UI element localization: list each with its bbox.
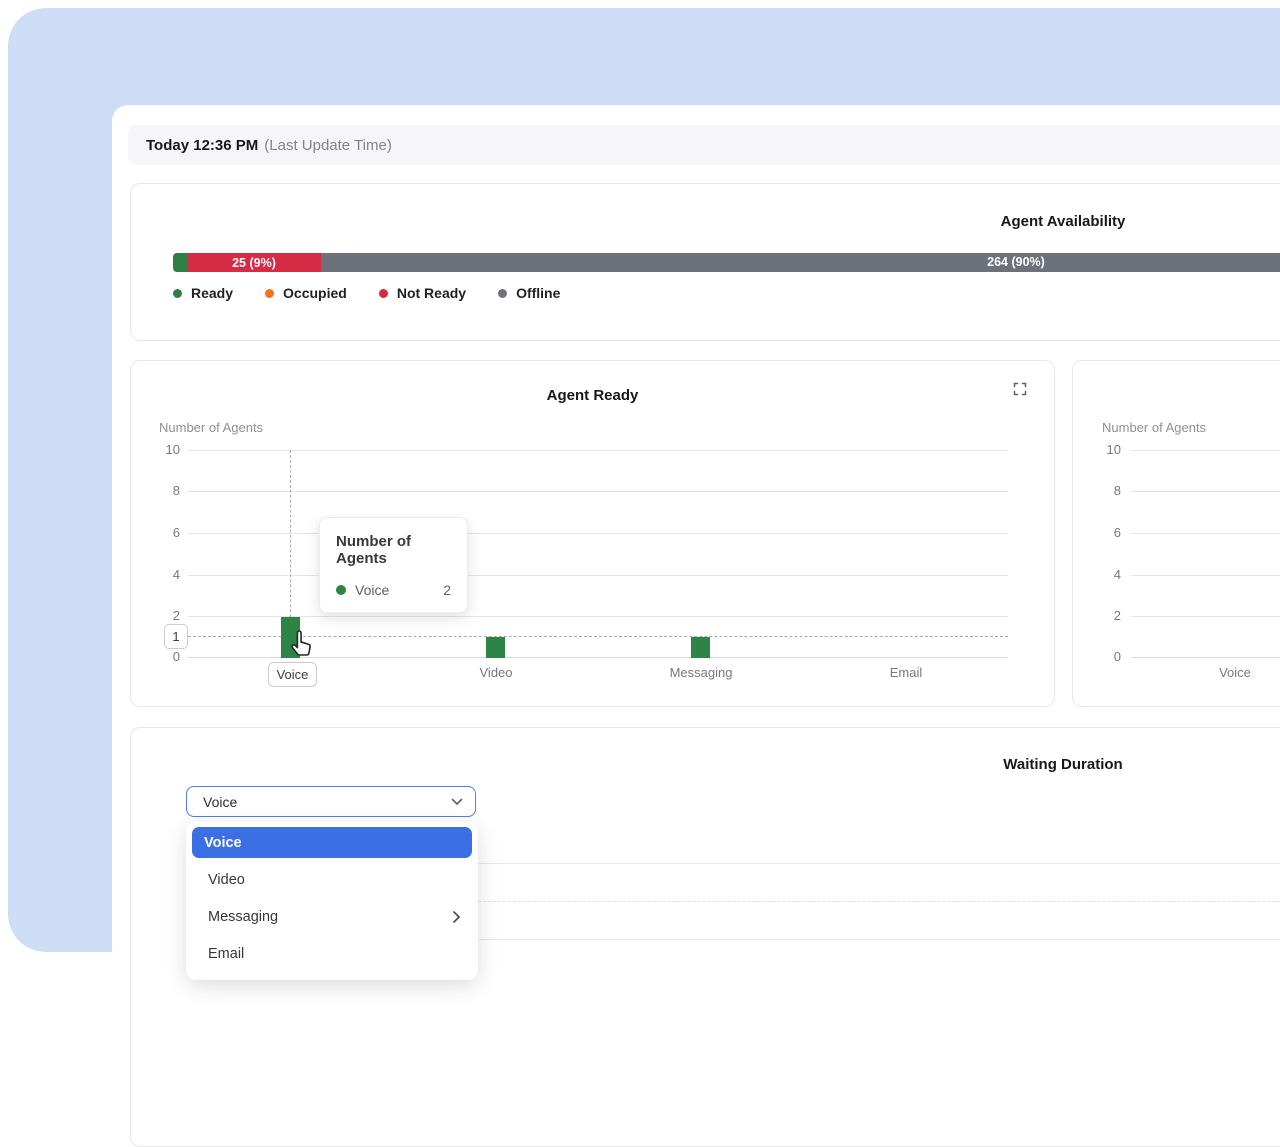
x-axis-line bbox=[1131, 657, 1280, 658]
waiting-duration-title: Waiting Duration bbox=[131, 756, 1280, 773]
agent-ready-title: Agent Ready bbox=[131, 387, 1054, 404]
chart-tooltip: Number of Agents Voice 2 bbox=[319, 517, 468, 613]
ready-segment[interactable] bbox=[173, 253, 187, 272]
tooltip-series-name: Voice bbox=[355, 582, 389, 598]
gridline bbox=[1131, 575, 1280, 576]
tooltip-series-value: 2 bbox=[443, 582, 451, 598]
tooltip-row: Voice 2 bbox=[336, 582, 451, 598]
y-tick: 4 bbox=[154, 568, 180, 582]
y-axis-title: Number of Agents bbox=[1102, 420, 1206, 435]
x-label-video: Video bbox=[479, 665, 512, 680]
legend-item-ready: Ready bbox=[173, 285, 233, 301]
gridline bbox=[1131, 450, 1280, 451]
last-update-time: Today 12:36 PM bbox=[146, 137, 258, 154]
y-tick: 10 bbox=[154, 443, 180, 457]
y-axis-title: Number of Agents bbox=[159, 420, 263, 435]
crosshair-x-label: Voice bbox=[268, 662, 317, 687]
menu-item-messaging[interactable]: Messaging bbox=[192, 898, 472, 935]
x-label-email: Email bbox=[890, 665, 923, 680]
chevron-right-icon bbox=[453, 911, 460, 923]
menu-item-label: Messaging bbox=[208, 909, 278, 925]
offline-segment[interactable]: 264 (90%) bbox=[321, 253, 1280, 272]
legend-item-not-ready: Not Ready bbox=[379, 285, 466, 301]
legend-label: Not Ready bbox=[397, 285, 466, 301]
gridline bbox=[188, 491, 1008, 492]
gridline bbox=[188, 616, 1008, 617]
gridline bbox=[1131, 616, 1280, 617]
menu-item-label: Video bbox=[208, 872, 245, 888]
y-tick: 2 bbox=[1095, 609, 1121, 623]
gridline bbox=[188, 533, 1008, 534]
y-tick: 2 bbox=[154, 609, 180, 623]
menu-item-label: Voice bbox=[204, 835, 242, 851]
legend-item-offline: Offline bbox=[498, 285, 560, 301]
crosshair-y-label: 1 bbox=[164, 624, 188, 649]
occupied-dot bbox=[265, 289, 274, 298]
bar-messaging[interactable] bbox=[691, 637, 710, 658]
menu-item-video[interactable]: Video bbox=[192, 861, 472, 898]
hand-cursor-icon bbox=[288, 628, 316, 663]
legend-label: Occupied bbox=[283, 285, 347, 301]
expand-icon[interactable] bbox=[1010, 379, 1030, 399]
channel-select-value: Voice bbox=[203, 794, 237, 810]
x-label-messaging: Messaging bbox=[670, 665, 733, 680]
offline-dot bbox=[498, 289, 507, 298]
legend-item-occupied: Occupied bbox=[265, 285, 347, 301]
menu-item-label: Email bbox=[208, 946, 244, 962]
chevron-down-icon bbox=[451, 798, 463, 806]
legend-label: Offline bbox=[516, 285, 560, 301]
menu-item-email[interactable]: Email bbox=[192, 935, 472, 972]
gridline bbox=[188, 450, 1008, 451]
tooltip-title: Number of Agents bbox=[336, 533, 451, 567]
ready-dot bbox=[173, 289, 182, 298]
gridline bbox=[1131, 491, 1280, 492]
agent-availability-stacked-bar[interactable]: 25 (9%) 264 (90%) bbox=[173, 253, 1280, 272]
y-tick: 0 bbox=[1095, 650, 1121, 664]
not-ready-dot bbox=[379, 289, 388, 298]
agent-availability-card: Agent Availability 25 (9%) 264 (90%) Rea… bbox=[130, 183, 1280, 341]
availability-legend: Ready Occupied Not Ready Offline bbox=[173, 285, 560, 301]
y-tick: 0 bbox=[154, 650, 180, 664]
y-tick: 10 bbox=[1095, 443, 1121, 457]
y-tick: 6 bbox=[1095, 526, 1121, 540]
right-chart-card: Number of Agents 10 8 6 4 2 0 Voice bbox=[1072, 360, 1280, 707]
channel-select[interactable]: Voice bbox=[186, 786, 476, 817]
agent-ready-card: Agent Ready Number of Agents 10 8 6 4 2 … bbox=[130, 360, 1055, 707]
offline-count: 264 (90%) bbox=[971, 255, 1061, 269]
channel-dropdown-menu: Voice Video Messaging Email bbox=[186, 822, 478, 980]
agent-ready-plot: 10 8 6 4 2 0 Video Messaging Email bbox=[188, 450, 1008, 658]
x-label-voice: Voice bbox=[1219, 665, 1251, 680]
gridline bbox=[1131, 533, 1280, 534]
last-update-caption: (Last Update Time) bbox=[264, 137, 392, 154]
y-tick: 8 bbox=[154, 484, 180, 498]
not-ready-count: 25 (9%) bbox=[232, 256, 276, 270]
not-ready-segment[interactable]: 25 (9%) bbox=[187, 253, 321, 272]
last-update-band: Today 12:36 PM (Last Update Time) bbox=[128, 125, 1280, 165]
y-tick: 4 bbox=[1095, 568, 1121, 582]
y-tick: 8 bbox=[1095, 484, 1121, 498]
menu-item-voice[interactable]: Voice bbox=[192, 827, 472, 858]
tooltip-series-dot bbox=[336, 585, 346, 595]
right-chart-plot: 10 8 6 4 2 0 Voice bbox=[1131, 450, 1280, 658]
waiting-duration-card: Waiting Duration Voice Voice Video Messa… bbox=[130, 727, 1280, 1147]
bar-video[interactable] bbox=[486, 637, 505, 658]
gridline bbox=[188, 575, 1008, 576]
y-tick: 6 bbox=[154, 526, 180, 540]
legend-label: Ready bbox=[191, 285, 233, 301]
agent-availability-title: Agent Availability bbox=[131, 213, 1280, 230]
